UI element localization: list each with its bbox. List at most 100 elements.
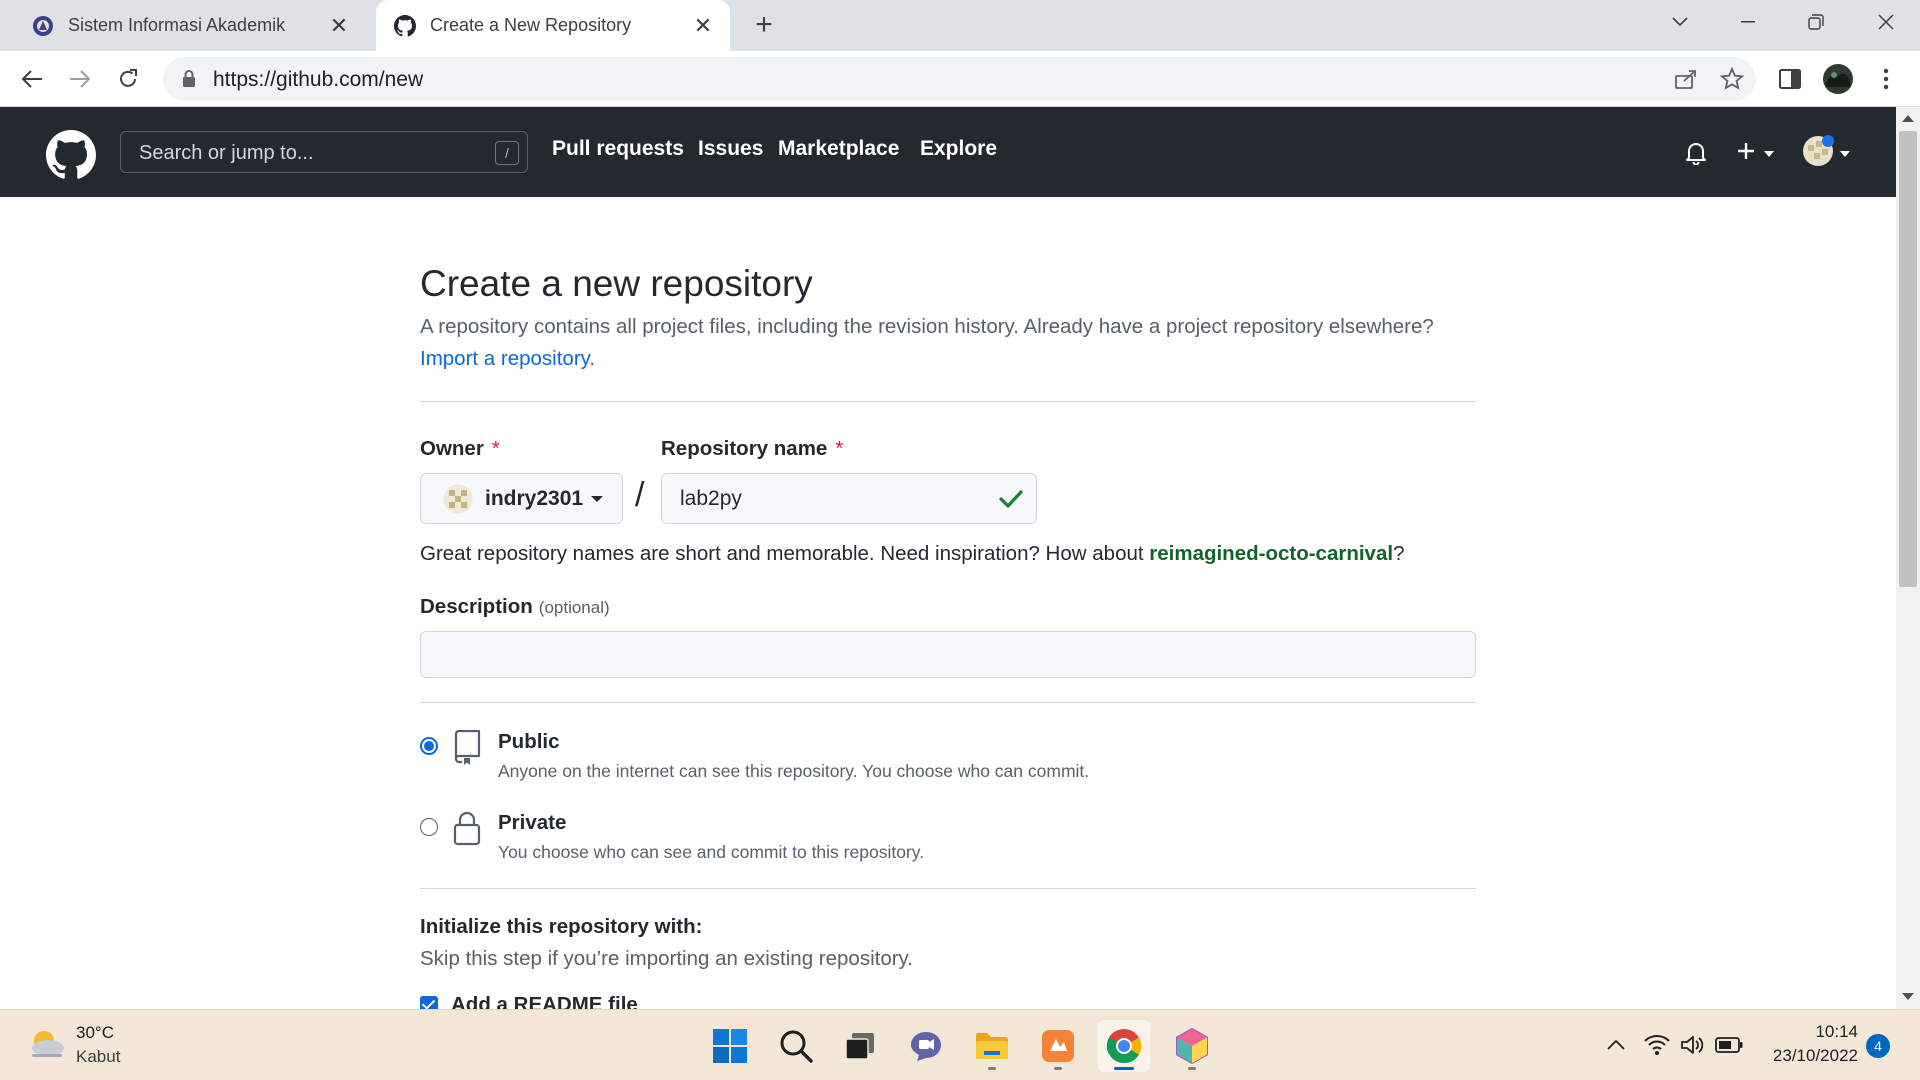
scroll-up-arrow-icon[interactable] (1902, 115, 1914, 122)
nav-explore[interactable]: Explore (920, 137, 997, 161)
github-header: Search or jump to... / Pull requests Iss… (0, 107, 1896, 197)
create-new-dropdown[interactable] (1730, 135, 1780, 171)
nav-marketplace[interactable]: Marketplace (778, 137, 899, 161)
browser-menu-icon[interactable] (1870, 63, 1902, 95)
close-window-icon[interactable] (1856, 0, 1916, 44)
divider (420, 888, 1476, 889)
tab-search-chevron-icon[interactable] (1650, 0, 1710, 44)
public-radio[interactable] (420, 737, 438, 755)
private-description: You choose who can see and commit to thi… (498, 842, 925, 862)
user-menu-dropdown[interactable] (1796, 134, 1856, 171)
restore-window-icon[interactable] (1786, 0, 1846, 44)
back-arrow-icon[interactable] (14, 61, 50, 97)
readme-label[interactable]: Add a README file (451, 993, 638, 1009)
weather-fog-icon[interactable] (28, 1028, 66, 1062)
page-scrollbar[interactable] (1896, 107, 1920, 1009)
search-shortcut-key: / (495, 141, 519, 165)
private-radio[interactable] (420, 818, 438, 836)
caret-down-icon (591, 495, 604, 502)
show-hidden-icons-chevron-icon[interactable] (1604, 1032, 1628, 1058)
chat-icon[interactable] (900, 1020, 952, 1072)
divider (420, 401, 1476, 402)
private-title[interactable]: Private (498, 811, 566, 835)
required-marker: * (835, 437, 844, 460)
readme-checkbox[interactable] (420, 996, 438, 1009)
close-tab-icon[interactable]: ✕ (688, 11, 718, 41)
new-tab-button[interactable]: + (748, 8, 780, 41)
forward-arrow-icon[interactable] (62, 61, 98, 97)
repo-name-label: Repository name * (661, 437, 843, 461)
page-subtitle: A repository contains all project files,… (420, 315, 1434, 338)
battery-icon[interactable] (1714, 1032, 1744, 1058)
file-explorer-icon[interactable] (966, 1020, 1018, 1072)
repository-name-input[interactable]: lab2py (661, 473, 1037, 524)
description-label: Description (optional) (420, 595, 610, 619)
public-title[interactable]: Public (498, 730, 560, 754)
volume-icon[interactable] (1678, 1032, 1708, 1058)
nav-pull-requests[interactable]: Pull requests (552, 137, 684, 161)
add-readme-option[interactable]: Add a README file (420, 993, 638, 1009)
profile-avatar[interactable] (1822, 63, 1854, 95)
search-placeholder: Search or jump to... (139, 142, 314, 164)
url-text: https://github.com/new (213, 68, 424, 91)
divider (420, 702, 1476, 703)
clock-time[interactable]: 10:14 (1815, 1022, 1858, 1042)
address-bar[interactable]: https://github.com/new (163, 57, 1756, 101)
running-indicator (1054, 1067, 1062, 1070)
weather-temperature: 30°C (76, 1023, 114, 1042)
reload-icon[interactable] (110, 61, 146, 97)
suggested-name-link[interactable]: reimagined-octo-carnival (1149, 542, 1393, 565)
scrollbar-thumb[interactable] (1899, 131, 1917, 587)
tab-title: Sistem Informasi Akademik (68, 15, 286, 35)
github-search-input[interactable]: Search or jump to... / (120, 131, 528, 173)
task-view-icon[interactable] (834, 1020, 886, 1072)
close-tab-icon[interactable]: ✕ (324, 11, 354, 41)
nav-issues[interactable]: Issues (698, 137, 763, 161)
description-input[interactable] (420, 631, 1476, 678)
search-icon[interactable] (770, 1020, 822, 1072)
browser-toolbar: https://github.com/new (0, 51, 1920, 107)
scroll-down-arrow-icon[interactable] (1902, 993, 1914, 1000)
notification-count-badge[interactable]: 4 (1866, 1034, 1890, 1058)
university-favicon-icon (32, 15, 54, 37)
plus-icon (1736, 141, 1756, 166)
dev-app-icon[interactable] (1166, 1020, 1218, 1072)
name-suggestion-hint: Great repository names are short and mem… (420, 542, 1404, 566)
minimize-window-icon[interactable] (1718, 0, 1778, 44)
notifications-bell-icon[interactable] (1680, 135, 1712, 171)
repo-name-label-text: Repository name (661, 437, 828, 460)
caret-down-icon (1764, 144, 1774, 162)
sublime-like-app-icon[interactable] (1032, 1020, 1084, 1072)
wifi-icon[interactable] (1642, 1032, 1672, 1058)
side-panel-icon[interactable] (1774, 63, 1806, 95)
lock-private-icon (452, 811, 482, 847)
required-marker: * (491, 437, 500, 460)
github-logo-icon[interactable] (46, 130, 96, 180)
weather-condition: Kabut (76, 1047, 121, 1066)
owner-repo-separator: / (635, 476, 645, 514)
start-icon[interactable] (704, 1020, 756, 1072)
optional-tag: (optional) (538, 598, 610, 617)
tab-title: Create a New Repository (430, 15, 632, 35)
bookmark-star-icon[interactable] (1719, 66, 1745, 92)
clock-date[interactable]: 23/10/2022 (1773, 1046, 1858, 1066)
hint-text: Great repository names are short and mem… (420, 542, 1150, 565)
browser-tab-strip: Sistem Informasi Akademik ✕ Create a New… (0, 0, 1920, 51)
windows-taskbar: 30°C Kabut 10:14 23/10/2022 4 (0, 1009, 1920, 1080)
repository-name-value: lab2py (680, 487, 742, 510)
share-icon[interactable] (1673, 66, 1699, 92)
owner-select-button[interactable]: indry2301 (420, 473, 623, 524)
import-repository-link[interactable]: Import a repository. (420, 347, 595, 371)
initialize-title: Initialize this repository with: (420, 915, 703, 938)
running-indicator (1188, 1067, 1196, 1070)
owner-label-text: Owner (420, 437, 484, 460)
tab-create-repository[interactable]: Create a New Repository ✕ (376, 0, 730, 51)
chrome-icon[interactable] (1098, 1020, 1150, 1072)
github-favicon-icon (394, 14, 416, 37)
repo-public-icon (452, 729, 482, 766)
active-indicator (1114, 1067, 1134, 1070)
lock-icon[interactable] (181, 69, 197, 89)
owner-label: Owner * (420, 437, 500, 461)
public-description: Anyone on the internet can see this repo… (498, 761, 1090, 781)
tab-sistem-informasi[interactable]: Sistem Informasi Akademik ✕ (14, 0, 366, 51)
